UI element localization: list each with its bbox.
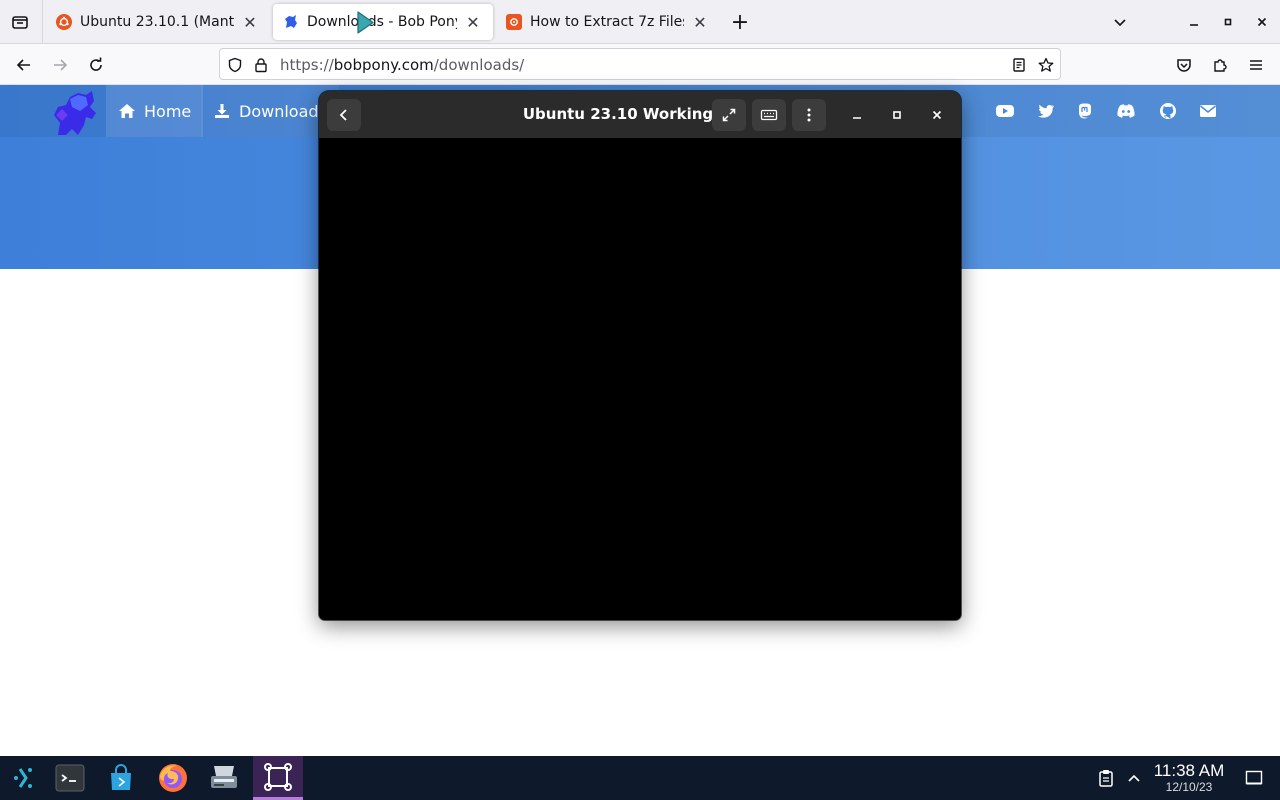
reader-view-icon[interactable] (1010, 56, 1028, 74)
minimize-icon[interactable] (1182, 10, 1206, 34)
firefox-view-icon[interactable] (8, 10, 32, 34)
youtube-icon[interactable] (995, 101, 1015, 121)
site-nav-label: Home (144, 101, 192, 121)
ubuntu-favicon (56, 14, 72, 30)
url-scheme: https:// (280, 56, 334, 74)
mouse-pointer-icon (356, 10, 376, 36)
ubuntu-orange-favicon (506, 14, 522, 30)
pocket-icon[interactable] (1170, 51, 1198, 79)
remote-desktop-icon[interactable] (253, 756, 303, 800)
chevron-down-icon[interactable] (1108, 10, 1132, 34)
app-launcher-icon[interactable] (0, 756, 50, 800)
browser-nav-bar: https://bobpony.com/downloads/ (0, 44, 1280, 85)
firefox-icon[interactable] (148, 756, 198, 800)
keyboard-icon[interactable] (752, 99, 786, 131)
back-button[interactable] (327, 99, 361, 131)
tab-downloads[interactable]: Downloads - Bob Pony ✕ (273, 4, 493, 40)
bookmark-star-icon[interactable] (1037, 56, 1055, 74)
terminal-icon[interactable] (45, 756, 95, 800)
browser-tab-strip: Ubuntu 23.10.1 (Mantic Mi ✕ Downloads - … (0, 0, 1280, 44)
tab-ubuntu[interactable]: Ubuntu 23.10.1 (Mantic Mi ✕ (46, 4, 270, 40)
tab-7z-article[interactable]: How to Extract 7z Files in ✕ (496, 4, 720, 40)
tracking-shield-icon[interactable] (226, 56, 244, 74)
close-icon[interactable] (1250, 10, 1274, 34)
mail-icon[interactable] (1198, 101, 1218, 121)
clock[interactable]: 11:38 AM 12/10/23 (1150, 761, 1228, 795)
scanner-icon[interactable] (199, 756, 249, 800)
tab-label: Ubuntu 23.10.1 (Mantic Mi (80, 14, 234, 30)
site-nav-home[interactable]: Home (106, 85, 204, 137)
clock-time: 11:38 AM (1153, 761, 1225, 780)
reload-icon[interactable] (82, 51, 110, 79)
close-tab-icon[interactable]: ✕ (240, 12, 260, 32)
maximize-icon[interactable] (885, 103, 909, 127)
close-tab-icon[interactable]: ✕ (463, 12, 483, 32)
fullscreen-icon[interactable] (712, 99, 746, 131)
url-text[interactable]: https://bobpony.com/downloads/ (280, 56, 524, 74)
twitter-icon[interactable] (1036, 101, 1056, 121)
tab-label: How to Extract 7z Files in (530, 14, 684, 30)
chevron-up-icon[interactable] (1124, 768, 1144, 788)
remote-desktop-window[interactable]: Ubuntu 23.10 Working (319, 91, 961, 620)
tab-divider (42, 0, 43, 44)
site-nav-label: Downloads (239, 101, 327, 121)
mastodon-icon[interactable] (1075, 101, 1095, 121)
more-options-icon[interactable] (792, 99, 826, 131)
close-icon[interactable] (925, 103, 949, 127)
forward-arrow-icon[interactable] (46, 51, 74, 79)
remote-window-header[interactable]: Ubuntu 23.10 Working (319, 91, 961, 138)
back-arrow-icon[interactable] (10, 51, 38, 79)
maximize-icon[interactable] (1216, 10, 1240, 34)
bobpony-favicon (283, 14, 299, 30)
remote-window-title-text: Ubuntu 23.10 Working (522, 105, 714, 123)
tab-label: Downloads - Bob Pony (307, 14, 457, 30)
home-icon (118, 102, 136, 120)
github-icon[interactable] (1158, 101, 1178, 121)
close-tab-icon[interactable]: ✕ (690, 12, 710, 32)
lock-icon[interactable] (252, 56, 270, 74)
remote-screen-viewport[interactable] (319, 138, 961, 620)
clock-date: 12/10/23 (1165, 780, 1213, 794)
extensions-icon[interactable] (1206, 51, 1234, 79)
download-icon (213, 102, 231, 120)
store-icon[interactable] (96, 756, 146, 800)
discord-icon[interactable] (1116, 101, 1136, 121)
url-host: bobpony.com (333, 56, 434, 74)
bobpony-logo[interactable] (48, 89, 100, 137)
hamburger-menu-icon[interactable] (1242, 51, 1270, 79)
show-desktop-icon[interactable] (1244, 768, 1264, 788)
url-path: /downloads/ (433, 56, 525, 74)
new-tab-button[interactable]: + (728, 10, 752, 35)
url-bar[interactable]: https://bobpony.com/downloads/ (219, 48, 1061, 80)
minimize-icon[interactable] (845, 103, 869, 127)
clipboard-icon[interactable] (1096, 768, 1116, 788)
taskbar: 11:38 AM 12/10/23 (0, 756, 1280, 800)
